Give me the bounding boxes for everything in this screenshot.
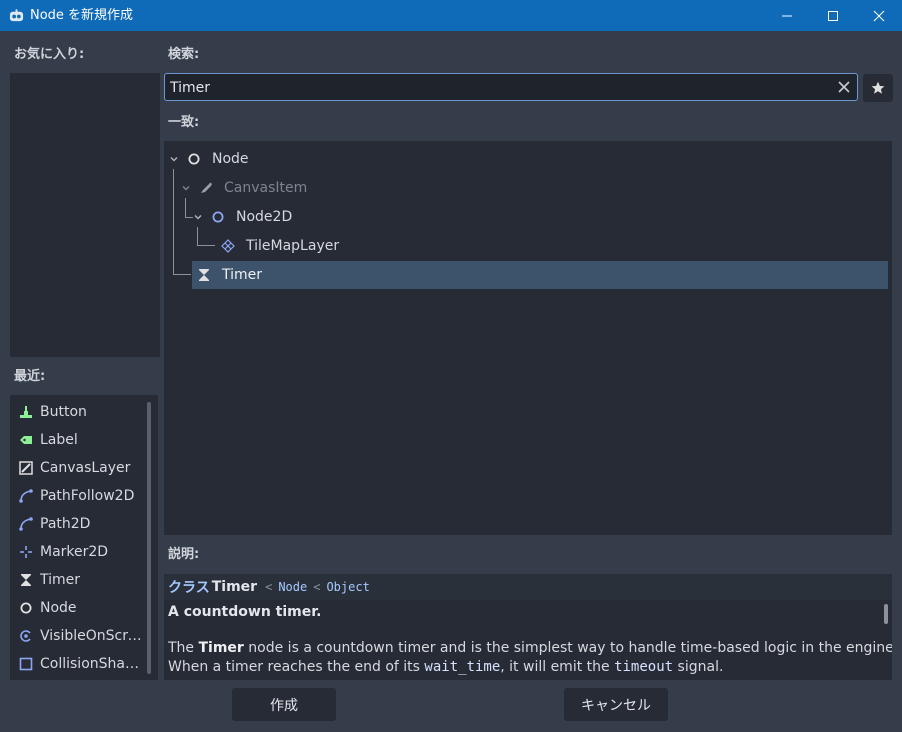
tree-item-timer[interactable]: Timer: [196, 261, 262, 289]
inherits-separator: <: [313, 580, 321, 594]
maximize-button[interactable]: [810, 0, 856, 31]
favorites-list[interactable]: [10, 73, 160, 357]
create-button[interactable]: 作成: [232, 688, 336, 721]
tree-guide-line: [197, 245, 215, 246]
inherits-separator: <: [265, 580, 273, 594]
recent-item-node[interactable]: Node: [10, 594, 146, 622]
node-icon: [186, 151, 202, 167]
matches-label: 一致:: [168, 115, 200, 130]
node-icon: [18, 600, 34, 616]
recent-item-label[interactable]: Label: [10, 426, 146, 454]
recent-item-path2d[interactable]: Path2D: [10, 510, 146, 538]
recent-scrollbar[interactable]: [147, 402, 151, 674]
tree-item-node[interactable]: Node: [168, 145, 249, 173]
path2d-icon: [18, 516, 34, 532]
class-name: Timer: [211, 579, 258, 595]
class-prefix: クラス: [168, 580, 210, 596]
tree-guide-line: [173, 274, 191, 275]
window-titlebar: Node を新規作成: [0, 0, 902, 31]
godot-app-icon: [9, 9, 24, 22]
description-scrollbar[interactable]: [884, 604, 888, 624]
selected-row-highlight: [192, 261, 888, 289]
tilemaplayer-icon: [220, 238, 236, 254]
description-body: A countdown timer. The Timer node is a c…: [164, 600, 892, 680]
tree-guide-line: [173, 169, 174, 275]
description-line-2: When a timer reaches the end of its wait…: [168, 659, 724, 675]
close-window-button[interactable]: [856, 0, 902, 31]
chevron-down-icon[interactable]: [192, 211, 204, 223]
inherits-link-node[interactable]: Node: [278, 580, 307, 594]
marker2d-icon: [18, 544, 34, 560]
tree-item-node2d[interactable]: Node2D: [192, 203, 292, 231]
recent-item-pathfollow2d[interactable]: PathFollow2D: [10, 482, 146, 510]
description-line-1: The Timer node is a countdown timer and …: [168, 640, 892, 656]
recent-label: 最近:: [14, 369, 46, 384]
collisionshape-icon: [18, 656, 34, 672]
node2d-icon: [210, 209, 226, 225]
inherits-link-object[interactable]: Object: [326, 580, 369, 594]
chevron-down-icon[interactable]: [180, 182, 192, 194]
pathfollow2d-icon: [18, 488, 34, 504]
cancel-button[interactable]: キャンセル: [564, 688, 668, 721]
recent-list[interactable]: Button Label CanvasLayer PathFollow2D Pa…: [10, 395, 158, 680]
label-icon: [18, 432, 34, 448]
search-field[interactable]: [164, 73, 858, 101]
visibleonscreen-icon: [18, 628, 34, 644]
minimize-icon: [782, 15, 792, 16]
minimize-button[interactable]: [764, 0, 810, 31]
chevron-down-icon[interactable]: [168, 153, 180, 165]
tree-item-canvasitem[interactable]: CanvasItem: [180, 174, 307, 202]
search-label: 検索:: [168, 47, 200, 62]
close-icon: [873, 10, 885, 21]
maximize-icon: [828, 10, 838, 21]
recent-item-collisionshape[interactable]: CollisionShape...: [10, 650, 146, 678]
canvaslayer-icon: [18, 460, 34, 476]
timer-icon: [18, 572, 34, 588]
recent-item-button[interactable]: Button: [10, 398, 146, 426]
favorite-toggle-button[interactable]: [863, 74, 893, 102]
recent-item-timer[interactable]: Timer: [10, 566, 146, 594]
window-title: Node を新規作成: [30, 8, 134, 23]
clear-search-icon[interactable]: [837, 80, 851, 94]
timer-icon: [196, 267, 212, 283]
canvasitem-icon: [198, 180, 214, 196]
tree-item-tilemaplayer[interactable]: TileMapLayer: [220, 232, 339, 260]
description-brief: A countdown timer.: [168, 604, 322, 620]
recent-item-marker2d[interactable]: Marker2D: [10, 538, 146, 566]
recent-item-canvaslayer[interactable]: CanvasLayer: [10, 454, 146, 482]
button-icon: [18, 404, 34, 420]
star-icon: [871, 81, 885, 94]
favorites-label: お気に入り:: [14, 47, 85, 62]
description-label: 説明:: [168, 547, 200, 562]
recent-item-visibleonscreen[interactable]: VisibleOnScre...: [10, 622, 146, 650]
description-header: クラス Timer < Node < Object: [164, 574, 892, 600]
search-input[interactable]: [170, 78, 810, 98]
